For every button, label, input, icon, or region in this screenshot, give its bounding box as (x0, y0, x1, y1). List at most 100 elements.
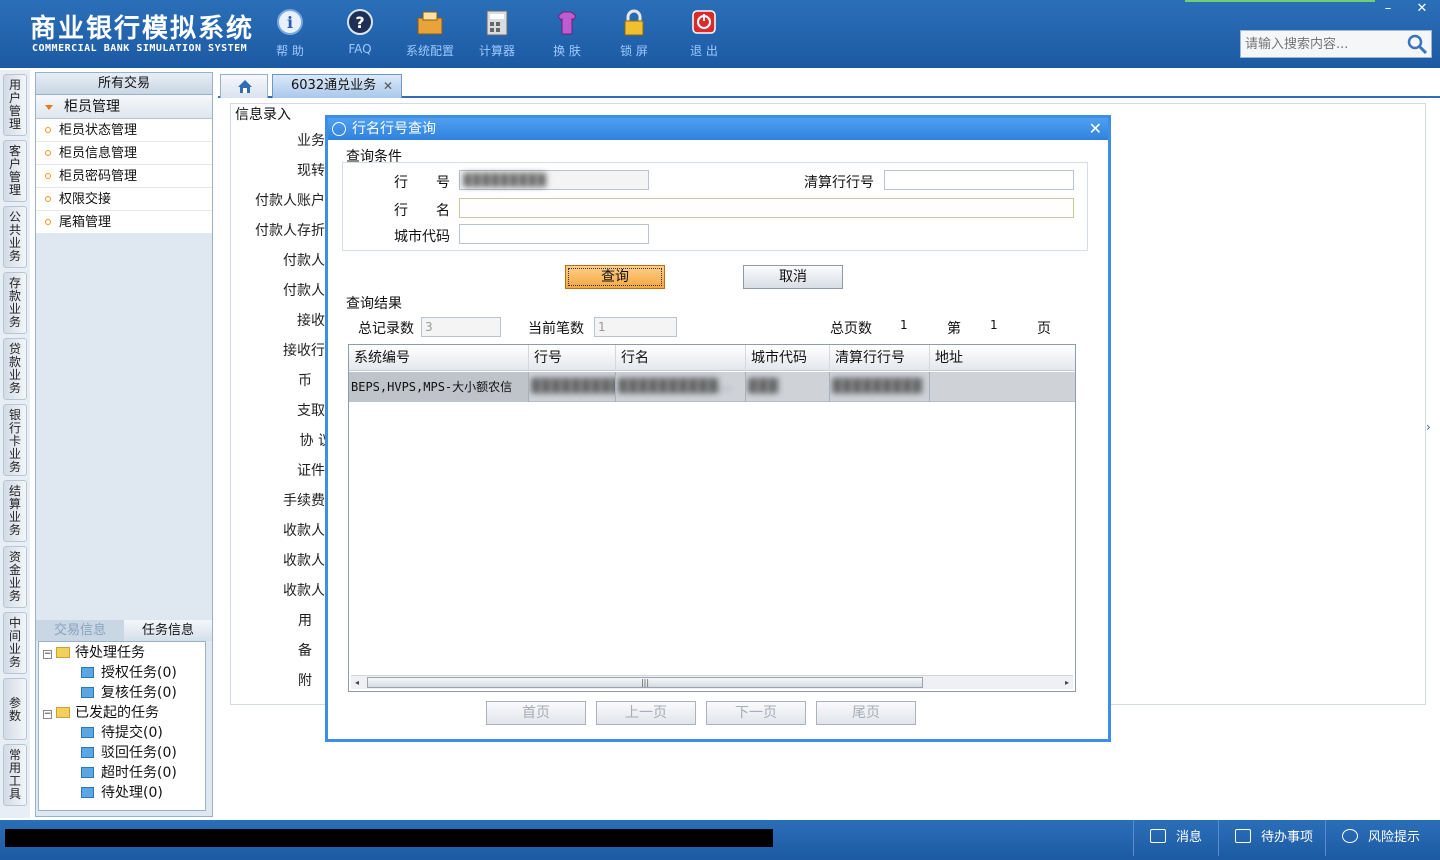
tab-6032-business[interactable]: 6032通兑业务 ✕ (272, 74, 402, 98)
todo-button[interactable]: 待办事项 (1218, 820, 1322, 856)
bullet-icon (45, 219, 51, 225)
faq-label: FAQ (348, 42, 372, 56)
cancel-button[interactable]: 取消 (743, 265, 843, 289)
category-settlement[interactable]: 结算业务 (3, 480, 27, 542)
prev-page-button[interactable]: 上一页 (596, 701, 696, 725)
menu-item-teller-info[interactable]: 柜员信息管理 (36, 142, 212, 165)
tree-header[interactable]: 所有交易 (36, 73, 212, 95)
help-icon: i (277, 9, 303, 35)
category-deposit[interactable]: 存款业务 (3, 272, 27, 334)
form-label: 币 (298, 373, 312, 389)
column-header[interactable]: 清算行行号 (830, 345, 930, 371)
dialog-close-button[interactable]: ✕ (1089, 118, 1102, 140)
next-page-button[interactable]: 下一页 (706, 701, 806, 725)
collapse-icon[interactable]: − (43, 710, 52, 719)
category-tools[interactable]: 常用工具 (3, 744, 27, 806)
category-params[interactable]: 参数 (3, 678, 27, 740)
tree-node-label: 复核任务(0) (101, 685, 177, 701)
tab-transaction-info[interactable]: 交易信息 (36, 620, 124, 641)
dialog-titlebar[interactable]: 行名行号查询 ✕ (328, 118, 1108, 140)
menu-item-permission-handover[interactable]: 权限交接 (36, 188, 212, 211)
category-funds[interactable]: 资金业务 (3, 546, 27, 608)
risk-alert-button[interactable]: 风险提示 (1325, 820, 1435, 856)
search-icon[interactable] (1405, 32, 1429, 56)
menu-item-teller-status[interactable]: 柜员状态管理 (36, 119, 212, 142)
tree-node-to-submit[interactable]: 待提交(0) (81, 723, 163, 743)
horizontal-scrollbar[interactable]: ◂ ||| ▸ (351, 675, 1073, 689)
menu-item-label: 权限交接 (59, 192, 112, 207)
scroll-left-icon[interactable]: ◂ (355, 678, 359, 687)
city-code-input[interactable] (459, 224, 649, 244)
task-icon (81, 667, 94, 678)
category-public-business[interactable]: 公共业务 (3, 206, 27, 268)
tree-node-rejected[interactable]: 驳回任务(0) (81, 743, 177, 763)
menu-item-tail-box[interactable]: 尾箱管理 (36, 211, 212, 234)
column-header[interactable]: 系统编号 (349, 345, 529, 371)
tree-node-to-process[interactable]: 待处理(0) (81, 783, 163, 803)
tree-node-authorize[interactable]: 授权任务(0) (81, 663, 177, 683)
form-label: 用 (298, 613, 312, 629)
tab-task-info[interactable]: 任务信息 (124, 620, 212, 641)
cell-bank-name: ██████████… (616, 372, 746, 402)
table-row[interactable]: BEPS,HVPS,MPS-大小额农信 ████████████ ███████… (349, 372, 1075, 402)
window-close-button[interactable]: ✕ (1406, 0, 1438, 18)
task-icon (81, 687, 94, 698)
category-bank-card[interactable]: 银行卡业务 (3, 404, 27, 476)
collapse-icon[interactable]: − (43, 650, 52, 659)
cell-clearing-bank-no: █████████ (830, 372, 930, 402)
help-button[interactable]: i 帮 助 (260, 8, 320, 59)
tree-node-timeout[interactable]: 超时任务(0) (81, 763, 177, 783)
minimize-button[interactable]: – (1372, 0, 1404, 18)
menu-item-label: 尾箱管理 (59, 215, 112, 230)
column-header[interactable]: 行名 (616, 345, 746, 371)
category-sidebar: 用户管理 客户管理 公共业务 存款业务 贷款业务 银行卡业务 结算业务 资金业务… (0, 70, 30, 818)
exit-button[interactable]: 退 出 (674, 8, 734, 59)
task-icon (81, 747, 94, 758)
calculator-button[interactable]: 计算器 (467, 8, 527, 59)
tree-node-label: 待提交(0) (101, 725, 163, 741)
first-page-button[interactable]: 首页 (486, 701, 586, 725)
collapse-right-handle[interactable]: › (1426, 420, 1436, 460)
tree-node-pending[interactable]: − 待处理任务 (43, 643, 145, 663)
category-customer-mgmt[interactable]: 客户管理 (3, 140, 27, 202)
messages-button[interactable]: 消息 (1133, 820, 1213, 856)
column-header[interactable]: 地址 (930, 345, 1075, 371)
search-input[interactable] (1241, 31, 1406, 57)
clearing-bank-no-input[interactable] (884, 170, 1074, 190)
menu-item-teller-password[interactable]: 柜员密码管理 (36, 165, 212, 188)
bank-name-label: 行 名 (394, 203, 450, 219)
tree-node-label: 驳回任务(0) (101, 745, 177, 761)
tab-close-icon[interactable]: ✕ (383, 75, 393, 97)
status-bar: 消息 待办事项 风险提示 (0, 820, 1440, 860)
scroll-right-icon[interactable]: ▸ (1065, 678, 1069, 687)
task-icon (81, 767, 94, 778)
exit-label: 退 出 (690, 44, 718, 58)
scrollbar-thumb[interactable]: ||| (367, 677, 923, 688)
faq-button[interactable]: ? FAQ (330, 8, 390, 56)
tab-home[interactable] (220, 74, 268, 98)
tree-node-initiated[interactable]: − 已发起的任务 (43, 703, 159, 723)
lock-button[interactable]: 锁 屏 (604, 8, 664, 59)
form-label: 现转 (297, 163, 325, 179)
current-count-label: 当前笔数 (528, 321, 584, 337)
column-header[interactable]: 行号 (529, 345, 616, 371)
query-button[interactable]: 查询 (565, 265, 665, 289)
skin-button[interactable]: 换 肤 (537, 8, 597, 59)
cell-city-code: ███ (746, 372, 830, 402)
bank-name-input[interactable] (459, 198, 1074, 218)
status-message-redacted (5, 829, 773, 847)
form-label: 收款人 (283, 583, 325, 599)
category-loan[interactable]: 贷款业务 (3, 338, 27, 400)
svg-text:?: ? (355, 13, 364, 32)
last-page-button[interactable]: 尾页 (816, 701, 916, 725)
tree-node-label: 已发起的任务 (75, 705, 159, 721)
column-header[interactable]: 城市代码 (746, 345, 830, 371)
bank-no-input[interactable]: █████████ (459, 170, 649, 190)
tree-node-review[interactable]: 复核任务(0) (81, 683, 177, 703)
category-user-mgmt[interactable]: 用户管理 (3, 74, 27, 136)
status-label: 待办事项 (1261, 830, 1314, 845)
config-button[interactable]: 系统配置 (400, 8, 460, 59)
category-intermediary[interactable]: 中间业务 (3, 612, 27, 674)
config-label: 系统配置 (405, 44, 454, 58)
tree-group-teller-mgmt[interactable]: 柜员管理 (36, 95, 212, 119)
